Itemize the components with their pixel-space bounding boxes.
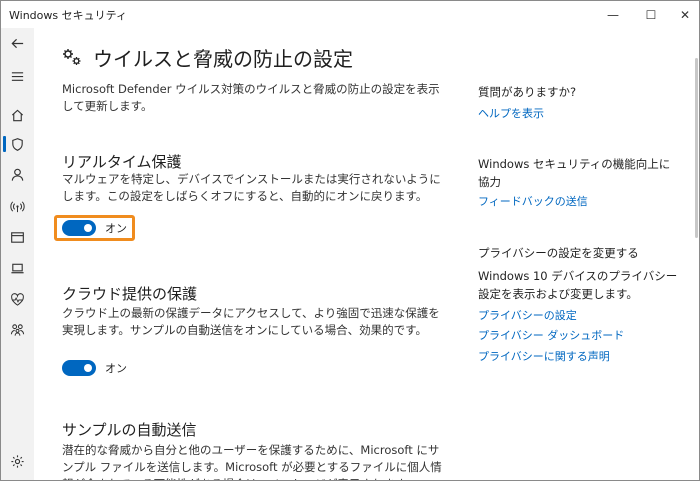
intro-text: Microsoft Defender ウイルス対策のウイルスと脅威の防止の設定を… xyxy=(62,82,440,113)
back-button[interactable] xyxy=(1,28,34,58)
network-icon xyxy=(10,200,25,212)
nav-account[interactable] xyxy=(1,159,34,189)
privacy-settings-link[interactable]: プライバシーの設定 xyxy=(478,307,577,323)
minimize-button[interactable]: — xyxy=(593,1,633,28)
toggle-state-label: オン xyxy=(105,222,127,235)
nav-virus-protection[interactable] xyxy=(1,129,34,159)
nav-home[interactable] xyxy=(1,100,34,130)
title-bar: Windows セキュリティ — ☐ ✕ xyxy=(1,1,699,28)
window-title: Windows セキュリティ xyxy=(9,9,127,22)
sample-submission-title: サンプルの自動送信 xyxy=(62,421,197,439)
toggle-state-label: オン xyxy=(105,362,127,375)
page-title: ウイルスと脅威の防止の設定 xyxy=(93,47,353,71)
health-icon xyxy=(11,292,24,306)
feedback-link[interactable]: フィードバックの送信 xyxy=(478,193,588,209)
close-button[interactable]: ✕ xyxy=(665,1,699,28)
home-icon xyxy=(11,109,24,121)
app-window: Windows セキュリティ — ☐ ✕ ウイルスと脅威の防止の設定 Micro… xyxy=(0,0,700,481)
realtime-protection-toggle[interactable]: オン xyxy=(54,215,135,241)
nav-family[interactable] xyxy=(1,314,34,344)
account-icon xyxy=(11,168,24,181)
realtime-protection-description: マルウェアを特定し、デバイスでインストールまたは実行されないようにします。この設… xyxy=(62,172,441,203)
privacy-heading: プライバシーの設定を変更する xyxy=(478,246,639,260)
scroll-thumb[interactable] xyxy=(695,58,698,238)
cloud-protection-title: クラウド提供の保護 xyxy=(62,285,198,303)
help-link[interactable]: ヘルプを表示 xyxy=(478,105,544,121)
menu-icon xyxy=(11,71,24,81)
realtime-protection-title: リアルタイム保護 xyxy=(62,153,182,171)
nav-device-security[interactable] xyxy=(1,253,34,283)
settings-icon xyxy=(11,454,24,468)
nav-app-browser[interactable] xyxy=(1,222,34,252)
scrollbar[interactable] xyxy=(694,28,699,480)
toggle-switch[interactable] xyxy=(62,220,96,236)
shield-icon xyxy=(12,137,23,151)
cloud-protection-toggle[interactable]: オン xyxy=(56,356,133,380)
back-icon xyxy=(11,38,24,48)
feedback-heading: Windows セキュリティの機能向上に協力 xyxy=(478,157,671,189)
toggle-switch[interactable] xyxy=(62,360,96,376)
app-browser-icon xyxy=(11,231,24,243)
menu-button[interactable] xyxy=(1,61,34,91)
privacy-dashboard-link[interactable]: プライバシー ダッシュボード xyxy=(478,327,624,343)
navigation-rail xyxy=(1,28,34,480)
nav-device-health[interactable] xyxy=(1,284,34,314)
family-icon xyxy=(10,323,25,336)
question-heading: 質問がありますか? xyxy=(478,85,577,99)
device-security-icon xyxy=(11,263,24,273)
gears-icon xyxy=(63,49,81,65)
cloud-protection-description: クラウド上の最新の保護データにアクセスして、より強固で迅速な保護を実現します。サ… xyxy=(62,306,440,337)
privacy-description: Windows 10 デバイスのプライバシー設定を表示および変更します。 xyxy=(478,269,678,301)
nav-network[interactable] xyxy=(1,191,34,221)
sample-submission-description: 潜在的な脅威から自分と他のユーザーを保護するために、Microsoft にサンプ… xyxy=(62,443,442,480)
nav-settings[interactable] xyxy=(1,446,34,476)
privacy-statement-link[interactable]: プライバシーに関する声明 xyxy=(478,348,610,364)
